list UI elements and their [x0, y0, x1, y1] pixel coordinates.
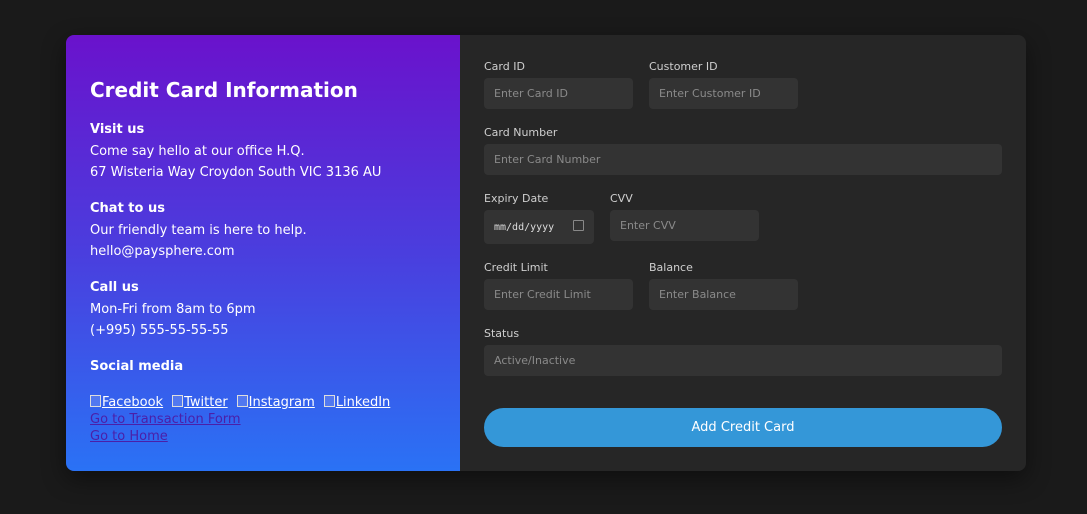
card-number-label: Card Number	[484, 126, 558, 139]
visit-address: 67 Wisteria Way Croydon South VIC 3136 A…	[90, 164, 382, 180]
cvv-label: CVV	[610, 192, 633, 205]
linkedin-icon	[323, 395, 335, 407]
twitter-label: Twitter	[184, 395, 228, 410]
visit-heading: Visit us	[90, 122, 145, 137]
customer-id-input[interactable]: Enter Customer ID	[649, 78, 798, 109]
twitter-icon	[172, 395, 184, 407]
credit-limit-label: Credit Limit	[484, 261, 548, 274]
info-panel: Credit Card Information Visit us Come sa…	[66, 35, 460, 471]
twitter-link[interactable]: Twitter	[172, 395, 228, 410]
balance-label: Balance	[649, 261, 693, 274]
call-hours: Mon-Fri from 8am to 6pm	[90, 302, 256, 317]
credit-limit-field: Credit Limit Enter Credit Limit	[484, 261, 633, 310]
social-links: Facebook Twitter Instagram LinkedIn	[90, 394, 436, 411]
home-link[interactable]: Go to Home	[90, 428, 436, 445]
linkedin-link[interactable]: LinkedIn	[323, 395, 391, 410]
expiry-date-field: Expiry Date mm/dd/yyyy	[484, 192, 594, 244]
page-title: Credit Card Information	[90, 78, 358, 102]
cvv-field: CVV Enter CVV	[610, 192, 759, 241]
balance-input[interactable]: Enter Balance	[649, 279, 798, 310]
facebook-icon	[90, 395, 101, 407]
credit-limit-input[interactable]: Enter Credit Limit	[484, 279, 633, 310]
facebook-label: Facebook	[102, 395, 164, 410]
chat-section: Chat to us Our friendly team is here to …	[90, 200, 436, 262]
linkedin-label: LinkedIn	[335, 395, 391, 410]
instagram-label: Instagram	[248, 395, 315, 410]
instagram-icon	[236, 395, 248, 407]
customer-id-label: Customer ID	[649, 60, 718, 73]
call-phone: (+995) 555-55-55-55	[90, 322, 229, 338]
card-number-field: Card Number Enter Card Number	[484, 126, 1002, 175]
credit-card-container: Credit Card Information Visit us Come sa…	[66, 35, 1026, 471]
card-number-input[interactable]: Enter Card Number	[484, 144, 1002, 175]
chat-line-1: Our friendly team is here to help.	[90, 223, 307, 238]
status-field: Status Active/Inactive	[484, 327, 1002, 376]
call-section: Call us Mon-Fri from 8am to 6pm (+995) 5…	[90, 279, 436, 341]
visit-line-1: Come say hello at our office H.Q.	[90, 144, 305, 159]
cvv-input[interactable]: Enter CVV	[610, 210, 759, 241]
facebook-link[interactable]: Facebook	[90, 395, 163, 410]
calendar-icon[interactable]	[573, 220, 584, 231]
status-label: Status	[484, 327, 520, 340]
card-id-field: Card ID Enter Card ID	[484, 60, 633, 109]
expiry-date-label: Expiry Date	[484, 192, 549, 205]
transaction-form-link[interactable]: Go to Transaction Form	[90, 411, 436, 428]
instagram-link[interactable]: Instagram	[236, 395, 315, 410]
form-panel: Card ID Enter Card ID Customer ID Enter …	[460, 35, 1026, 471]
chat-heading: Chat to us	[90, 201, 165, 216]
balance-field: Balance Enter Balance	[649, 261, 798, 310]
chat-email: hello@paysphere.com	[90, 243, 235, 259]
expiry-date-input[interactable]: mm/dd/yyyy	[484, 210, 594, 244]
add-credit-card-button[interactable]: Add Credit Card	[484, 408, 1002, 447]
status-input[interactable]: Active/Inactive	[484, 345, 1002, 376]
card-id-input[interactable]: Enter Card ID	[484, 78, 633, 109]
expiry-date-value: mm/dd/yyyy	[494, 222, 555, 233]
call-heading: Call us	[90, 280, 139, 295]
card-id-label: Card ID	[484, 60, 525, 73]
visit-section: Visit us Come say hello at our office H.…	[90, 121, 436, 183]
social-heading: Social media	[90, 359, 184, 374]
customer-id-field: Customer ID Enter Customer ID	[649, 60, 798, 109]
